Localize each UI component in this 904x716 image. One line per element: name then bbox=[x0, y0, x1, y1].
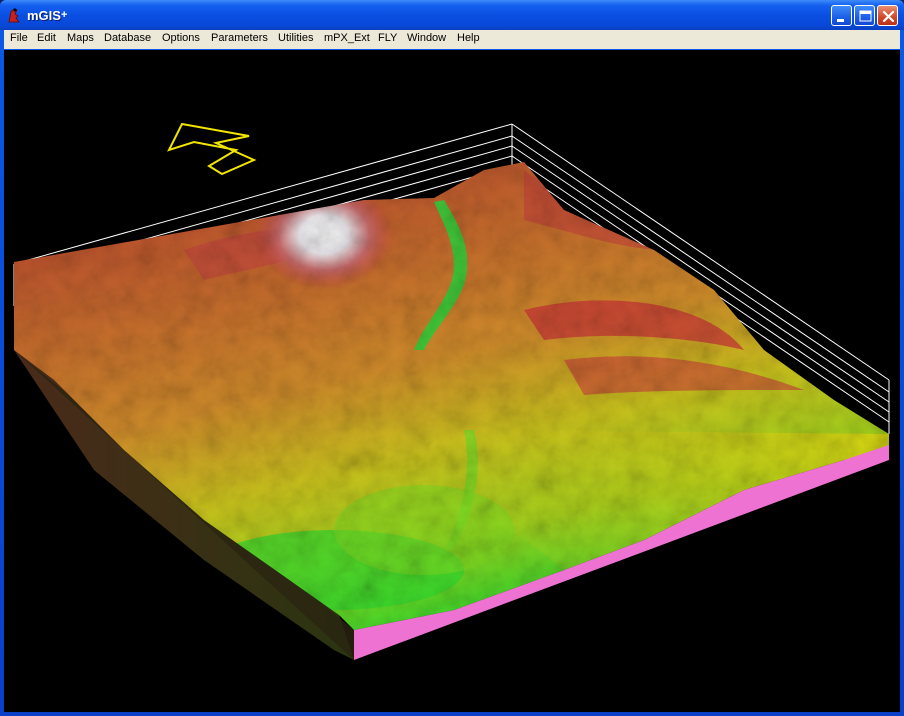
close-icon bbox=[882, 10, 895, 23]
title-badge: + bbox=[61, 9, 68, 21]
app-window: mGIS + File Edit Maps Database Options P… bbox=[0, 0, 904, 716]
minimize-icon bbox=[837, 19, 844, 22]
maximize-icon bbox=[859, 10, 872, 22]
window-title: mGIS bbox=[27, 8, 61, 23]
app-logo-icon bbox=[6, 6, 24, 24]
menu-maps[interactable]: Maps bbox=[67, 32, 94, 44]
menu-mpx-ext[interactable]: mPX_Ext bbox=[324, 32, 370, 44]
title-bar[interactable]: mGIS + bbox=[0, 0, 904, 30]
minimize-button[interactable] bbox=[831, 5, 852, 26]
maximize-button[interactable] bbox=[854, 5, 875, 26]
menu-database[interactable]: Database bbox=[104, 32, 151, 44]
3d-terrain-viewport[interactable] bbox=[4, 50, 900, 712]
menu-edit[interactable]: Edit bbox=[37, 32, 56, 44]
close-button[interactable] bbox=[877, 5, 898, 26]
menu-bar: File Edit Maps Database Options Paramete… bbox=[4, 30, 900, 49]
terrain-scene bbox=[13, 122, 890, 660]
menu-help[interactable]: Help bbox=[457, 32, 480, 44]
menu-file[interactable]: File bbox=[10, 32, 28, 44]
north-arrow-icon bbox=[167, 122, 257, 176]
menu-fly[interactable]: FLY bbox=[378, 32, 397, 44]
menu-window[interactable]: Window bbox=[407, 32, 446, 44]
menu-utilities[interactable]: Utilities bbox=[278, 32, 313, 44]
menu-parameters[interactable]: Parameters bbox=[211, 32, 268, 44]
menu-options[interactable]: Options bbox=[162, 32, 200, 44]
terrain-surface bbox=[14, 162, 889, 630]
